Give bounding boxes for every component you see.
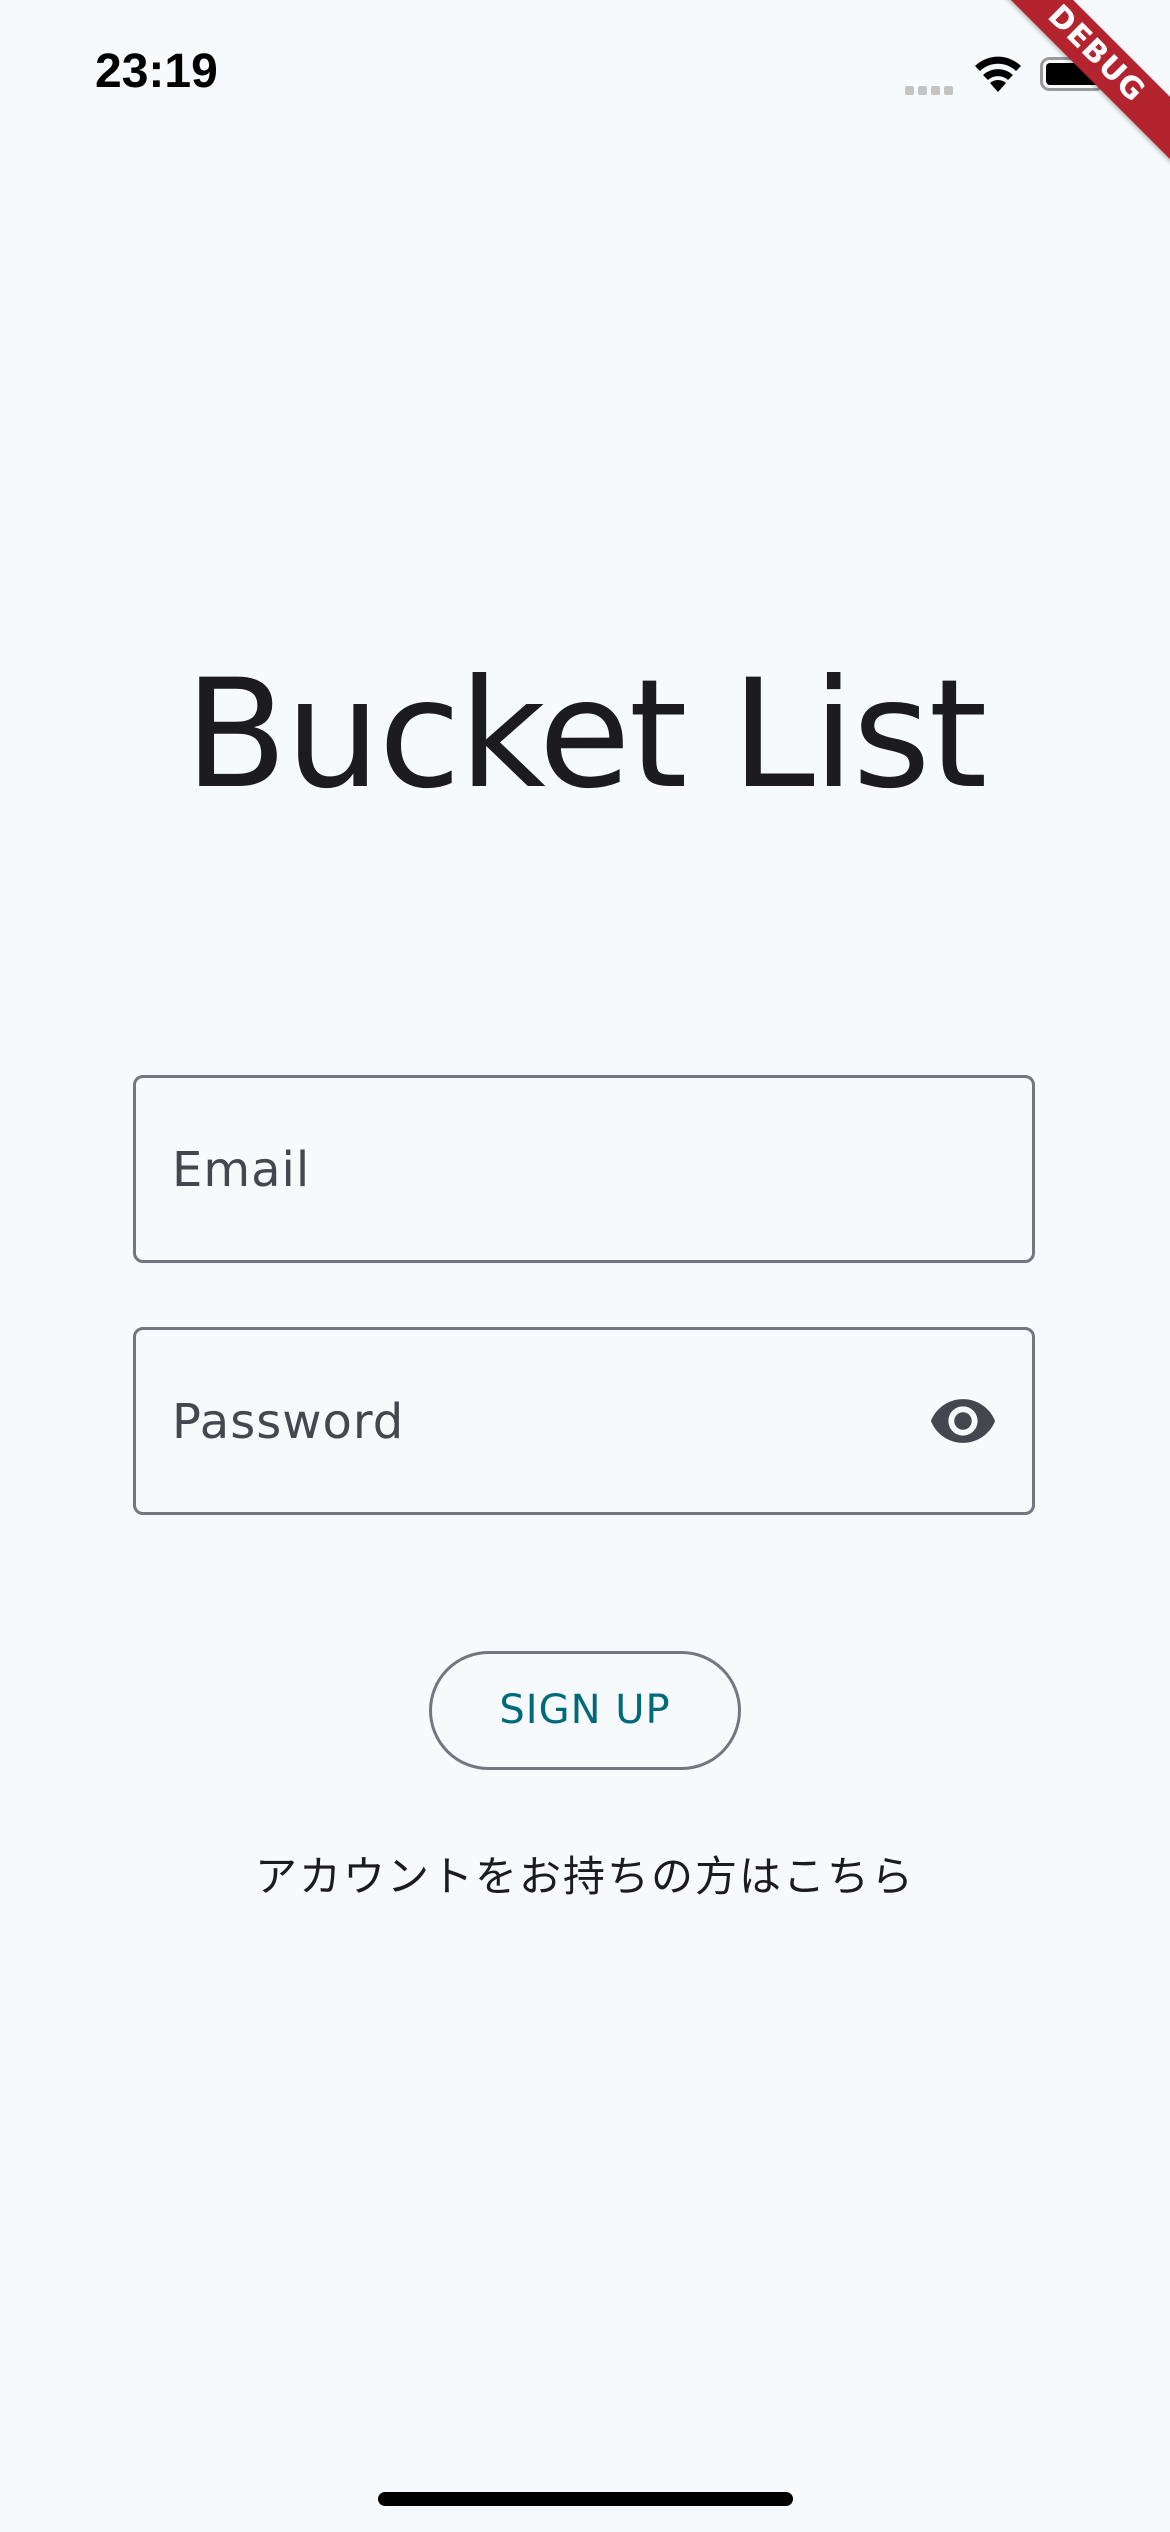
existing-account-link[interactable]: アカウントをお持ちの方はこちら bbox=[0, 1843, 1170, 1904]
wifi-icon bbox=[970, 54, 1026, 94]
email-input[interactable] bbox=[170, 1078, 934, 1262]
status-bar: 23:19 bbox=[0, 0, 1170, 150]
password-input[interactable] bbox=[170, 1330, 934, 1514]
status-time: 23:19 bbox=[95, 45, 218, 98]
signal-dots-icon bbox=[905, 80, 959, 95]
email-field[interactable] bbox=[133, 1075, 1035, 1263]
password-field[interactable] bbox=[133, 1327, 1035, 1515]
home-indicator[interactable] bbox=[378, 2492, 793, 2506]
signup-button[interactable]: SIGN UP bbox=[429, 1651, 741, 1770]
app-title: Bucket List bbox=[184, 648, 988, 822]
eye-icon[interactable] bbox=[928, 1386, 998, 1456]
